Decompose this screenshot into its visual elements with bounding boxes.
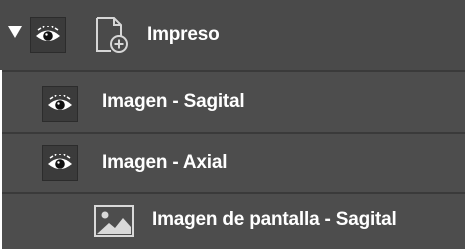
visibility-toggle-imagen-sagital[interactable]	[42, 86, 78, 122]
tree-item-imagen-de-pantalla-sagital[interactable]: Imagen de pantalla - Sagital	[2, 192, 465, 249]
tree-item-imagen-axial[interactable]: Imagen - Axial	[2, 132, 465, 192]
visibility-toggle-group[interactable]	[30, 17, 66, 53]
visibility-toggle-imagen-axial[interactable]	[42, 145, 78, 181]
image-icon	[94, 205, 134, 237]
item-label: Imagen - Axial	[102, 152, 228, 173]
tree-item-imagen-sagital[interactable]: Imagen - Sagital	[2, 70, 465, 132]
chevron-down-icon[interactable]	[8, 26, 22, 38]
item-label: Imagen de pantalla - Sagital	[152, 209, 397, 230]
item-label: Imagen - Sagital	[102, 91, 245, 112]
document-add-icon	[96, 17, 128, 53]
tree-group-impreso[interactable]: Impreso	[0, 0, 465, 70]
group-label: Impreso	[147, 24, 220, 45]
eye-icon	[48, 95, 72, 110]
eye-icon	[48, 154, 72, 169]
layer-tree: Impreso Imagen - Sagital Imagen - Axial	[0, 0, 465, 249]
eye-icon	[36, 26, 60, 41]
